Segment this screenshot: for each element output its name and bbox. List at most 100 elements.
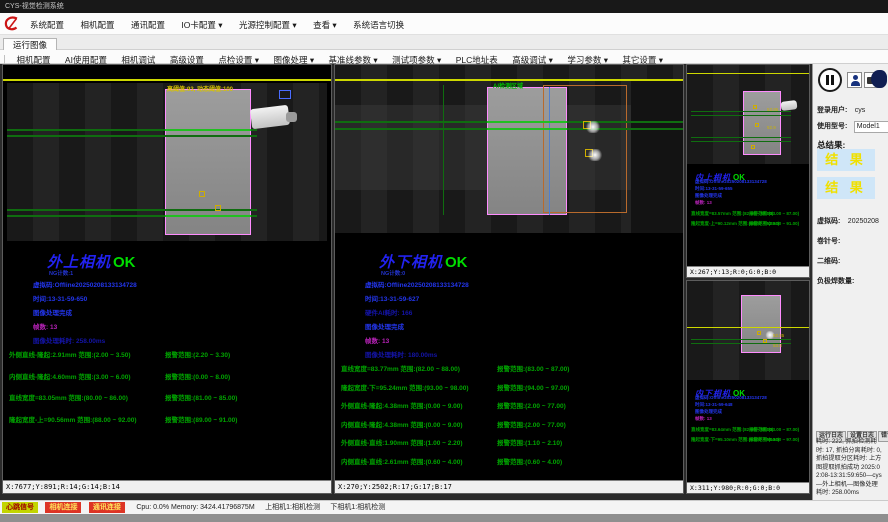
alarm-range: 报警范围:(83.00 ~ 87.00) xyxy=(749,427,799,433)
user-login-button[interactable] xyxy=(847,72,862,88)
measure-value: 隆起宽度-上=90.56mm 范围:(88.00 ~ 92.00) xyxy=(9,414,137,424)
menu-item-io-config[interactable]: IO卡配置 ▾ xyxy=(181,14,222,36)
window-title: CYS-视觉检测系统 xyxy=(5,3,64,10)
pause-icon xyxy=(826,75,829,85)
timestamp: 时间:13-31-59-627 xyxy=(365,293,419,303)
measure-line xyxy=(165,129,251,131)
measurement-list: 外侧直线-隆起:2.91mm 范围:(2.00 ~ 3.50) 报警范围:(2.… xyxy=(3,349,331,435)
measure-mark-label: 52.9 xyxy=(767,125,776,130)
result-box-bottom: 结 果 xyxy=(817,177,875,199)
alarm-range: 报警范围:(2.00 ~ 77.00) xyxy=(497,419,566,429)
measure-value: 隆起宽度-下=95.24mm 范围:(93.00 ~ 98.00) xyxy=(341,382,469,392)
top-camera-status: 上相机1:相机检测 xyxy=(265,501,320,514)
measure-value: 外侧直线-隆起:2.91mm 范围:(2.00 ~ 3.50) xyxy=(9,349,131,359)
measurement-row: 外侧直线-直线:1.90mm 范围:(1.00 ~ 2.20) 报警范围:(1.… xyxy=(335,437,683,456)
measurement-row: 外侧直线-隆起:4.38mm 范围:(0.00 ~ 9.00) 报警范围:(2.… xyxy=(335,400,683,419)
measure-line xyxy=(7,135,257,137)
alarm-range: 报警范围:(0.60 ~ 4.00) xyxy=(497,456,562,466)
measure-value: 内侧直线-直线:2.61mm 范围:(0.60 ~ 4.00) xyxy=(341,456,463,466)
camera-image-inner-top[interactable]: 53.85 52.9 xyxy=(687,65,809,164)
menu-item-camera-config[interactable]: 相机配置 xyxy=(80,14,114,36)
app-logo-icon xyxy=(3,15,20,32)
negative-weld-count-row: 负极焊数量: xyxy=(817,270,854,288)
menu-bar: 系统配置 相机配置 通讯配置 IO卡配置 ▾ 光源控制配置 ▾ 查看 ▾ 系统语… xyxy=(0,13,888,35)
measurement-list: 直线宽度=83.64mm 范围:(82.00 ~ 88.00) 报警范围:(83… xyxy=(687,427,809,447)
virtual-code: 虚拟码:Offline20250208133134728 xyxy=(365,279,469,289)
measure-line xyxy=(487,121,567,123)
measure-line xyxy=(165,215,251,217)
measure-value: 内侧直线-隆起:4.60mm 范围:(3.00 ~ 6.00) xyxy=(9,371,131,381)
alarm-range: 报警范围:(1.10 ~ 2.10) xyxy=(497,437,562,447)
ai-elapsed: 硬件AI耗时: 166 xyxy=(365,307,412,317)
toolbar: 相机配置 AI使用配置 相机调试 高级设置 点检设置 ▾ 图像处理 ▾ 基准线参… xyxy=(0,50,888,64)
frame-count: 帧数: 13 xyxy=(695,416,712,422)
frame-count: 帧数: 13 xyxy=(695,200,712,206)
camera-view-outer-bottom[interactable]: AI检测区域 外下相机OK NG计数:0 虚拟码:Offline20250208… xyxy=(334,64,684,494)
timestamp: 时间:13-31-59-648 xyxy=(695,402,733,408)
reference-line-yellow xyxy=(687,73,809,74)
menu-item-system-config[interactable]: 系统配置 xyxy=(30,14,64,36)
frame-count: 帧数: 13 xyxy=(365,335,389,345)
camera-view-outer-top[interactable]: 高阈值:93, 动态阈值:100 外上相机OK NG计数:1 虚拟码:Offli… xyxy=(2,64,332,494)
login-user-label: 登录用户: xyxy=(817,107,847,114)
measure-value: 直线宽度=83.77mm 范围:(82.00 ~ 88.00) xyxy=(341,363,460,373)
menu-item-light-config[interactable]: 光源控制配置 ▾ xyxy=(239,14,297,36)
virtual-code-value: 20250208 xyxy=(848,218,879,225)
person-icon xyxy=(851,81,860,86)
login-user-value: cys xyxy=(855,107,866,114)
measurement-row: 直线宽度=83.77mm 范围:(82.00 ~ 88.00) 报警范围:(83… xyxy=(335,363,683,382)
model-select[interactable]: Model1 xyxy=(854,121,888,133)
reference-line-yellow xyxy=(3,79,331,81)
status-bar: 心跳信号 相机连接 通讯连接 Cpu: 0.0% Memory: 3424.41… xyxy=(0,500,888,514)
measurement-row: 直线宽度=83.05mm 范围:(80.00 ~ 86.00) 报警范围:(81… xyxy=(3,392,331,414)
measure-mark-label: 52.85 xyxy=(773,333,784,338)
camera-image-inner-bottom[interactable]: 52.85 53.8 xyxy=(687,281,809,380)
roi-box-yellow xyxy=(763,339,767,343)
measurement-row: 内侧直线-隆起:4.60mm 范围:(3.00 ~ 6.00) 报警范围:(0.… xyxy=(3,371,331,393)
ng-count: NG计数:0 xyxy=(381,269,405,277)
roi-box-blue xyxy=(279,90,291,99)
menu-item-language-switch[interactable]: 系统语言切换 xyxy=(353,14,404,36)
menu-item-view[interactable]: 查看 ▾ xyxy=(313,14,337,36)
virtual-code: 虚拟码:Offline20250208133134728 xyxy=(33,279,137,289)
camera-view-inner-bottom[interactable]: 52.85 53.8 内下相机OK 虚拟码:Offline20250208133… xyxy=(686,280,810,494)
camera-view-inner-top[interactable]: 53.85 52.9 内上相机OK 虚拟码:Offline20250208133… xyxy=(686,64,810,278)
alarm-range: 报警范围:(89.00 ~ 91.00) xyxy=(165,414,237,424)
weld-glow-spot xyxy=(587,149,603,161)
moon-icon[interactable] xyxy=(871,70,887,88)
pixel-coordinates-bar: X:270;Y:2502;R:17;G:17;B:17 xyxy=(335,480,683,493)
negative-weld-count-label: 负极焊数量: xyxy=(817,278,854,285)
log-text: 耗时: 222, 抓拍检测耗时: 17, 抓拍分离耗时: 0, 抓拍提取分区耗时… xyxy=(816,438,884,498)
measure-line xyxy=(691,339,791,340)
roi-box-yellow xyxy=(755,123,759,127)
menu-item-comm-config[interactable]: 通讯配置 xyxy=(131,14,165,36)
camera-image-outer-top[interactable]: 高阈值:93, 动态阈值:100 xyxy=(3,65,331,243)
ai-region-label: AI检测区域 xyxy=(493,81,523,90)
control-panel: 登录用户: cys 使用型号: Model1 总结果: 结 果 结 果 虚拟码:… xyxy=(812,64,888,500)
roi-box-yellow xyxy=(215,205,221,211)
camera-image-outer-bottom[interactable]: AI检测区域 xyxy=(335,65,683,235)
frame-count: 帧数: 13 xyxy=(33,321,57,331)
process-elapsed: 图像处理耗时: 180.00ms xyxy=(365,349,437,359)
alarm-range: 报警范围:(89.00 ~ 91.00) xyxy=(749,221,799,227)
alarm-range: 报警范围:(94.00 ~ 97.00) xyxy=(497,382,569,392)
threshold-overlay-text: 高阈值:93, 动态阈值:100 xyxy=(167,84,233,93)
alarm-range: 报警范围:(0.00 ~ 8.00) xyxy=(165,371,230,381)
process-done-label: 图像处理完成 xyxy=(33,307,72,317)
app-window: CYS-视觉检测系统 系统配置 相机配置 通讯配置 IO卡配置 ▾ 光源控制配置… xyxy=(0,0,888,522)
edge-line-blue xyxy=(549,87,550,215)
qr-code-label: 二维码: xyxy=(817,258,840,265)
process-done-label: 图像处理完成 xyxy=(695,193,722,199)
measure-mark-label: 53.85 xyxy=(767,107,778,112)
heartbeat-status-badge: 心跳信号 xyxy=(2,502,38,513)
measurement-row: 隆起宽度-下=95.10mm 范围:(93.00 ~ 98.00) 报警范围:(… xyxy=(687,437,809,447)
measure-line-vertical xyxy=(443,85,444,215)
pause-button[interactable] xyxy=(818,68,842,92)
measure-line xyxy=(487,128,567,130)
process-done-label: 图像处理完成 xyxy=(365,321,404,331)
result-ok-label: OK xyxy=(445,254,468,271)
inspected-part-region xyxy=(743,91,781,155)
roi-box-yellow xyxy=(751,145,755,149)
alarm-range: 报警范围:(83.00 ~ 87.00) xyxy=(497,363,569,373)
process-elapsed: 图像处理耗时: 258.00ms xyxy=(33,335,105,345)
